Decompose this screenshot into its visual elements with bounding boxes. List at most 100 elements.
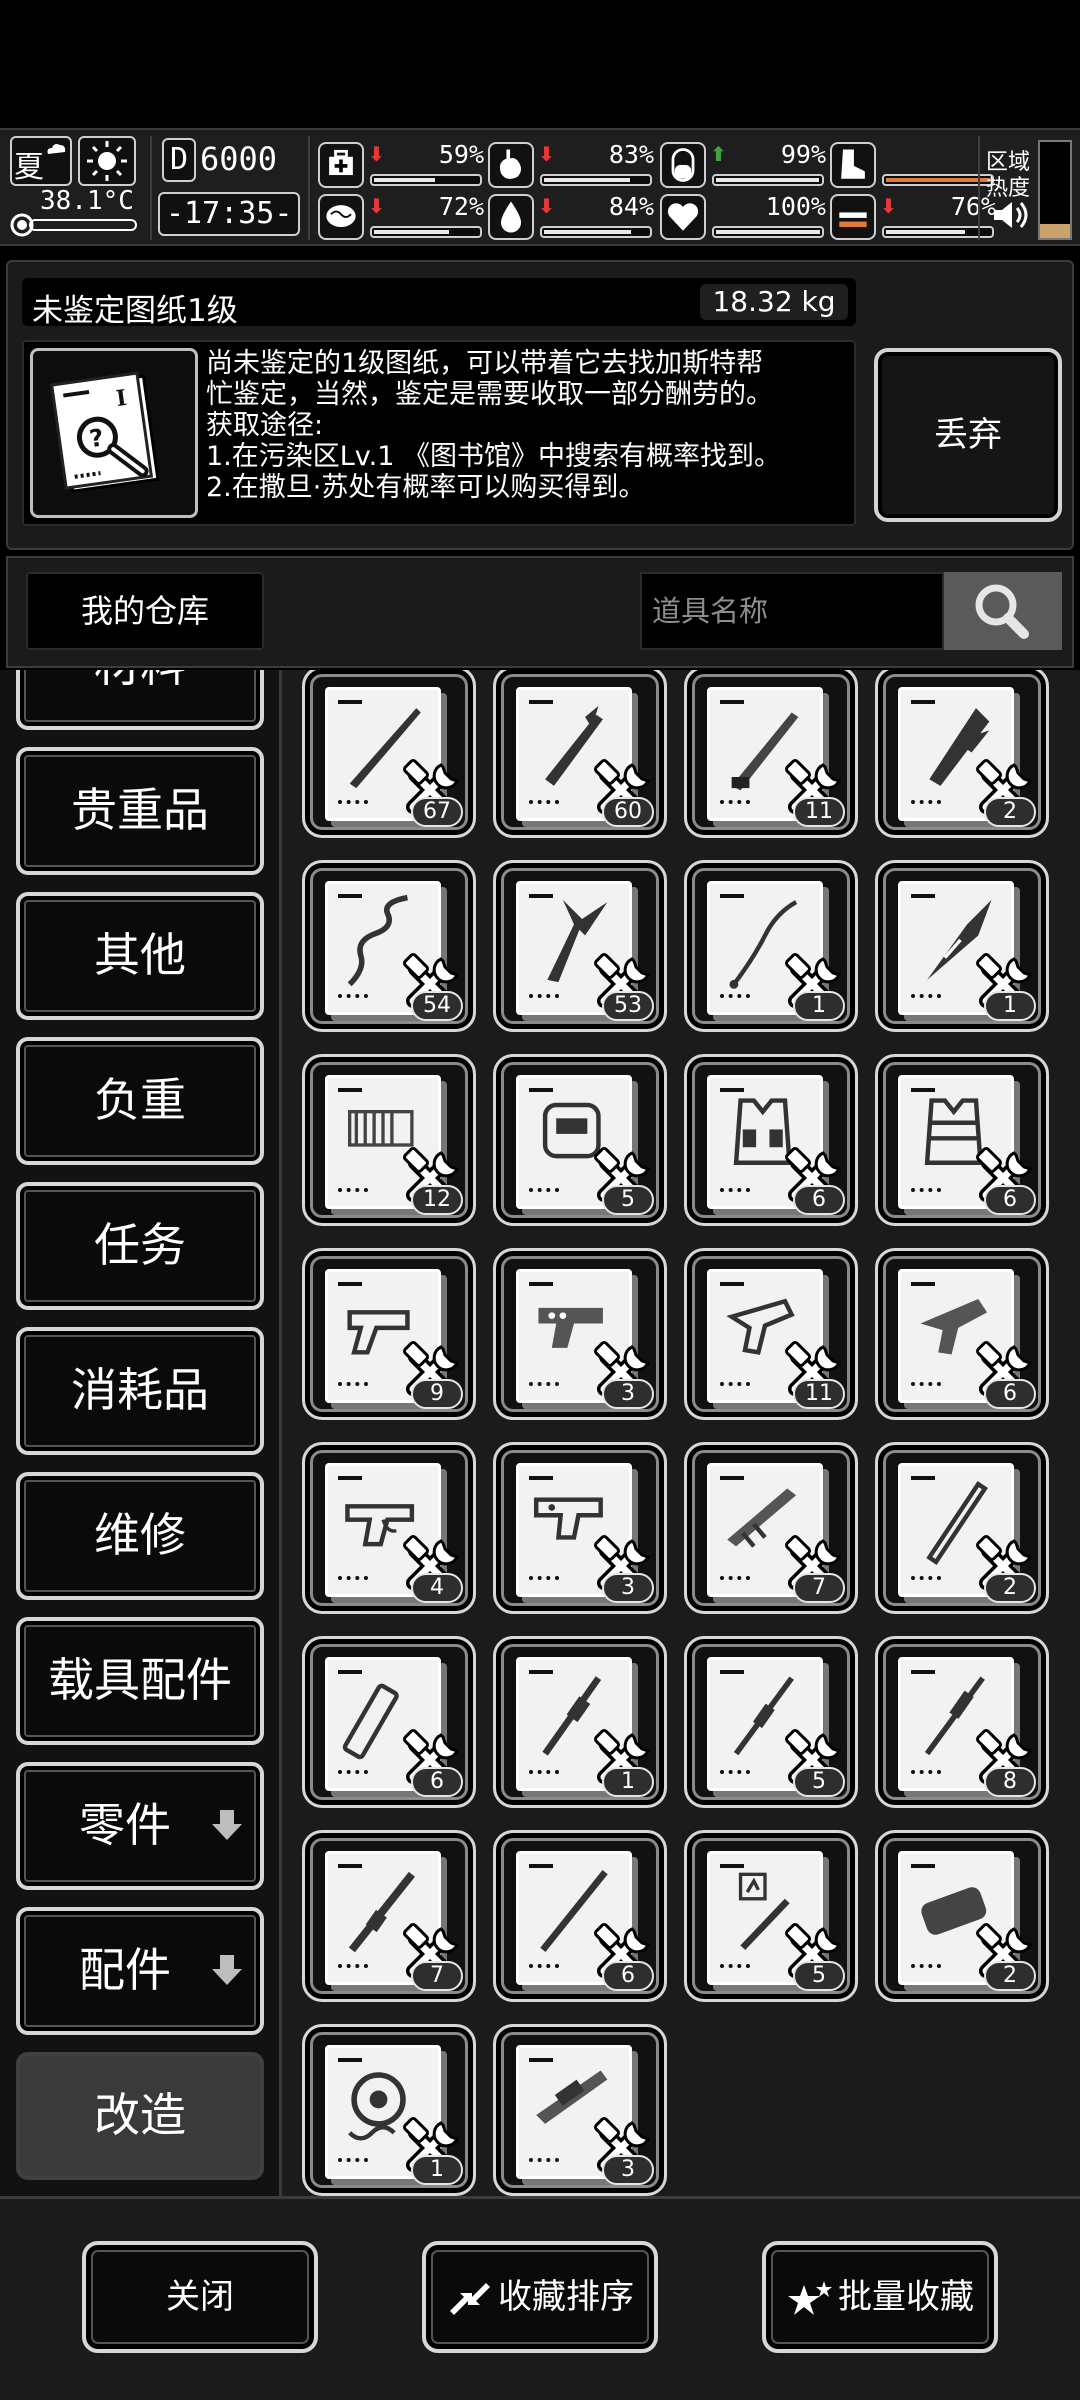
trend-down-icon: ⬇: [880, 194, 897, 218]
blueprint-tile[interactable]: 8: [875, 1636, 1049, 1808]
category-sidebar[interactable]: 材料贵重品其他负重任务消耗品维修载具配件零件配件改造: [0, 670, 282, 2196]
item-description-line: 2.在撒旦·苏处有概率可以购买得到。: [206, 472, 646, 503]
water-drop-icon: [488, 194, 534, 240]
clock-readout: -17:35-: [166, 196, 293, 231]
stat-bar: [370, 174, 482, 186]
stat-bar-fill: [374, 230, 449, 234]
item-name: 未鉴定图纸1级: [32, 293, 238, 329]
batch-favorite-button[interactable]: 批量收藏: [762, 2241, 998, 2353]
blueprint-tile[interactable]: 5: [684, 1830, 858, 2002]
divider: [978, 136, 980, 240]
category-label: 配件: [79, 1943, 171, 1997]
search-input[interactable]: [640, 572, 944, 650]
blueprint-tile[interactable]: 3: [493, 2024, 667, 2196]
stat-stamina: [830, 140, 996, 190]
category-7[interactable]: 载具配件: [16, 1617, 264, 1745]
category-8[interactable]: 零件: [16, 1762, 264, 1890]
season-label: 夏: [14, 150, 44, 185]
category-3[interactable]: 负重: [16, 1037, 264, 1165]
category-4[interactable]: 任务: [16, 1182, 264, 1310]
search-button[interactable]: [944, 572, 1062, 650]
item-description-line: 1.在污染区Lv.1 《图书馆》中搜索有概率找到。: [206, 441, 782, 472]
item-info-panel: 未鉴定图纸1级 18.32 kg I ? 尚未鉴定的1级图纸，可以带着它去找加斯…: [6, 260, 1074, 550]
cloud-icon: [47, 144, 66, 154]
stat-bar-fill: [716, 230, 820, 234]
item-count-badge: 6: [793, 1185, 845, 1215]
item-count-badge: 9: [411, 1379, 463, 1409]
category-0[interactable]: 材料: [16, 670, 264, 730]
blueprint-tile[interactable]: 6: [875, 1054, 1049, 1226]
stat-load: ⬇ 76%: [830, 192, 996, 242]
close-button[interactable]: 关闭: [82, 2241, 318, 2353]
item-weight: 18.32 kg: [700, 284, 848, 320]
blueprint-tile[interactable]: 2: [875, 670, 1049, 838]
blueprint-tile[interactable]: 1: [302, 2024, 476, 2196]
category-label: 维修: [94, 1508, 186, 1562]
category-label: 零件: [79, 1798, 171, 1852]
boot-icon: [830, 142, 876, 188]
item-description-box: I ? 尚未鉴定的1级图纸，可以带着它去找加斯特帮 忙鉴定，当然，鉴定是需要收取一…: [22, 340, 856, 526]
stat-energy: ⬆ 99%: [660, 140, 826, 190]
item-count-badge: 6: [984, 1379, 1036, 1409]
blueprint-tile[interactable]: 6: [875, 1248, 1049, 1420]
blueprint-tile[interactable]: 60: [493, 670, 667, 838]
category-5[interactable]: 消耗品: [16, 1327, 264, 1455]
blueprint-tile[interactable]: 9: [302, 1248, 476, 1420]
blueprint-tile[interactable]: 3: [493, 1442, 667, 1614]
category-label: 改造: [94, 2088, 186, 2142]
discard-button[interactable]: 丢弃: [874, 348, 1062, 522]
blueprint-tile[interactable]: 3: [493, 1248, 667, 1420]
category-10[interactable]: 改造: [16, 2052, 264, 2180]
item-count-badge: 11: [793, 1379, 845, 1409]
blueprint-tile[interactable]: 7: [302, 1830, 476, 2002]
blueprint-tile[interactable]: 11: [684, 670, 858, 838]
search-icon: [975, 584, 1029, 639]
favorite-sort-label: 收藏排序: [498, 2277, 634, 2317]
item-count-badge: 54: [411, 991, 463, 1021]
blueprint-grid[interactable]: 67 60 11 2 54 53 1 1 12 5 6 6 9 3 11 6 4 3 7 2 6 1 5 8 7 6 5 2 1 3: [298, 670, 1078, 2196]
category-6[interactable]: 维修: [16, 1472, 264, 1600]
blueprint-tile[interactable]: 1: [875, 860, 1049, 1032]
blueprint-tile[interactable]: 1: [493, 1636, 667, 1808]
blueprint-tile[interactable]: 11: [684, 1248, 858, 1420]
blueprint-tile[interactable]: 2: [875, 1830, 1049, 2002]
stat-bar-fill: [374, 178, 435, 182]
blueprint-tile[interactable]: 5: [493, 1054, 667, 1226]
blueprint-tile[interactable]: 67: [302, 670, 476, 838]
stat-percent: 84%: [608, 192, 654, 221]
category-9[interactable]: 配件: [16, 1907, 264, 2035]
stat-bar-fill: [544, 178, 630, 182]
blueprint-tile[interactable]: 2: [875, 1442, 1049, 1614]
blueprint-tile[interactable]: 7: [684, 1442, 858, 1614]
category-1[interactable]: 贵重品: [16, 747, 264, 875]
stat-thirst: ⬇ 84%: [488, 192, 654, 242]
blueprint-tile[interactable]: 54: [302, 860, 476, 1032]
blueprint-tile[interactable]: 6: [493, 1830, 667, 2002]
blueprint-tile[interactable]: 5: [684, 1636, 858, 1808]
item-count-badge: 11: [793, 797, 845, 827]
trend-down-icon: ⬇: [538, 142, 555, 166]
favorite-sort-button[interactable]: 收藏排序: [422, 2241, 658, 2353]
weight-icon: [830, 194, 876, 240]
status-bar: 夏 38.1°C D 6000 -17:35- ⬇ 59% ⬇ 83% ⬆ 99% ⬇ 72%…: [0, 128, 1080, 246]
blueprint-tile[interactable]: 53: [493, 860, 667, 1032]
item-count-badge: 3: [602, 1379, 654, 1409]
item-count-badge: 5: [602, 1185, 654, 1215]
category-label: 消耗品: [71, 1363, 209, 1417]
blueprint-tile[interactable]: 12: [302, 1054, 476, 1226]
stat-bar: [540, 174, 652, 186]
stat-bar-fill: [886, 230, 965, 234]
blueprint-tile[interactable]: 4: [302, 1442, 476, 1614]
blueprint-tile[interactable]: 6: [302, 1636, 476, 1808]
stat-bar: [712, 174, 824, 186]
item-count-badge: 8: [984, 1767, 1036, 1797]
category-label: 贵重品: [71, 783, 209, 837]
speaker-icon[interactable]: [990, 198, 1030, 232]
blueprint-tile[interactable]: 6: [684, 1054, 858, 1226]
warehouse-label[interactable]: 我的仓库: [26, 572, 264, 650]
stat-bar: [370, 226, 482, 238]
category-2[interactable]: 其他: [16, 892, 264, 1020]
warehouse-bar: 我的仓库: [6, 556, 1074, 668]
blueprint-tile[interactable]: 1: [684, 860, 858, 1032]
category-label: 其他: [94, 928, 186, 982]
